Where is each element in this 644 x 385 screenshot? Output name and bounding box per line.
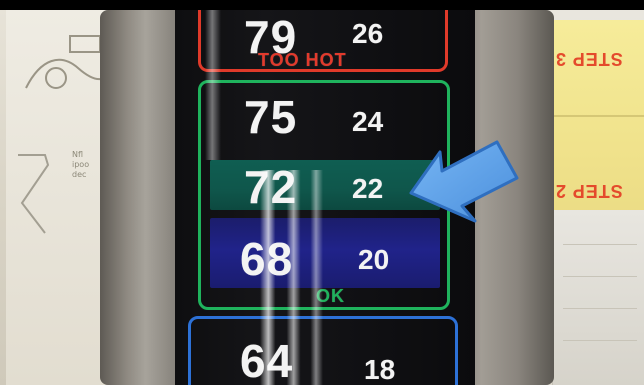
card-step-2-label: STEP 2: [555, 181, 623, 201]
temp-f-75: 75: [244, 91, 298, 143]
temp-c-18: 18: [364, 354, 396, 385]
temp-c-20: 20: [358, 244, 390, 275]
arrow-pointer-icon: [409, 140, 519, 223]
glare-reflection: [205, 10, 221, 160]
card-divider: [547, 115, 644, 117]
temp-c-22: 22: [352, 173, 384, 204]
sheet-line: [563, 276, 637, 277]
temp-c-26: 26: [352, 18, 384, 49]
glare-reflection: [260, 170, 330, 385]
top-border: [0, 0, 644, 10]
background-sheet: [552, 210, 644, 385]
temp-c-24: 24: [352, 106, 384, 137]
sheet-line: [563, 340, 637, 341]
card-step-3-label: STEP 3: [555, 49, 623, 69]
too-hot-label: TOO HOT: [258, 50, 347, 70]
sheet-line: [563, 308, 637, 309]
photo-scene: Nfl ipoo dec STEP 3 STEP 2 79 26 TOO HOT…: [0, 0, 644, 385]
manual-bracket-icon: [18, 154, 50, 234]
sheet-line: [563, 244, 637, 245]
manual-snippet-text: Nfl ipoo dec: [72, 150, 90, 179]
